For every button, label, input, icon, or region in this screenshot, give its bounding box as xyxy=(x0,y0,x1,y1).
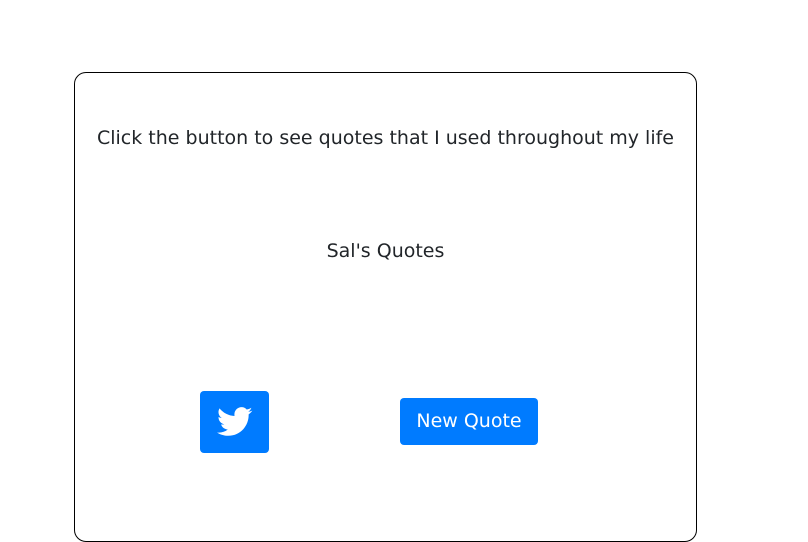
twitter-bird-icon xyxy=(216,407,252,436)
tweet-quote-button[interactable] xyxy=(200,391,269,453)
instructions-text: Click the button to see quotes that I us… xyxy=(96,127,674,149)
quote-box: Click the button to see quotes that I us… xyxy=(74,72,697,542)
quote-text: Sal's Quotes xyxy=(326,240,445,262)
new-quote-button[interactable]: New Quote xyxy=(400,398,538,445)
